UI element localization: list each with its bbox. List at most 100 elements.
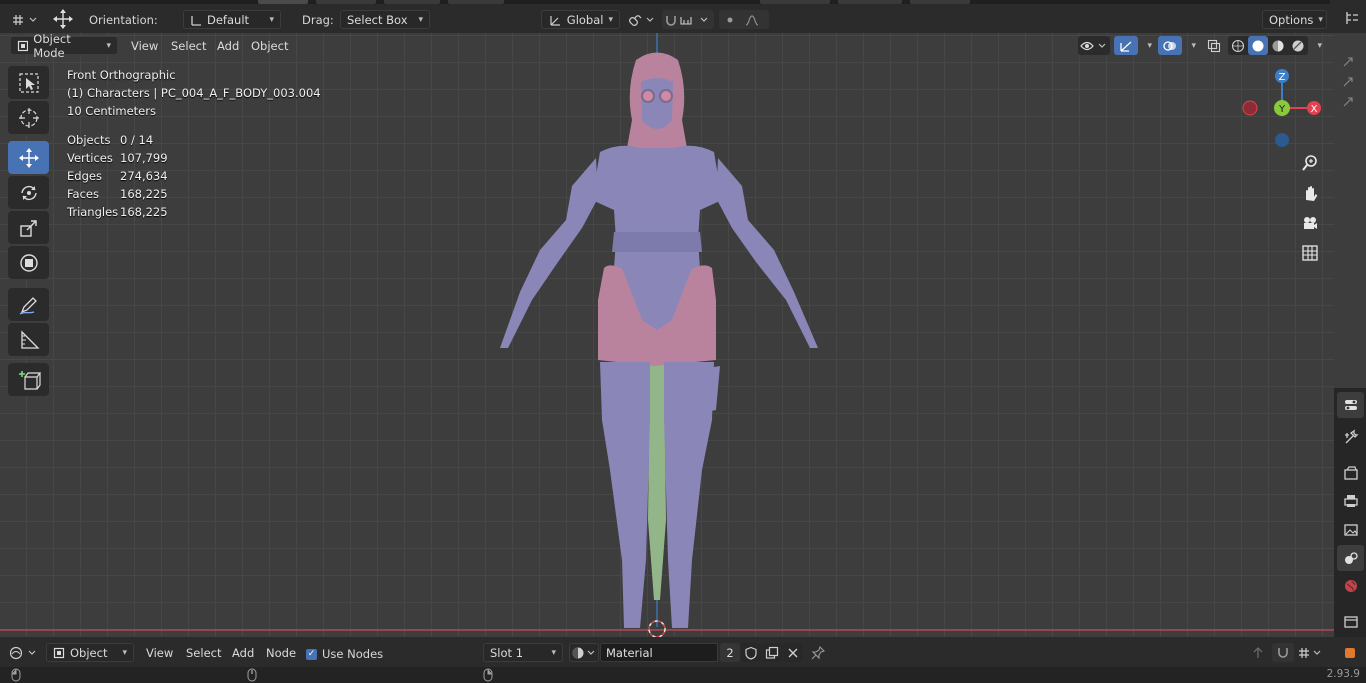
select-box-tool[interactable] xyxy=(8,66,49,99)
menu-view[interactable]: View xyxy=(146,644,173,661)
outliner-toggle-button[interactable] xyxy=(1340,8,1364,27)
tab-active-tool[interactable] xyxy=(1337,424,1364,450)
unlink-material-button[interactable] xyxy=(783,643,803,662)
stat-key: Vertices xyxy=(67,151,113,165)
navigation-gizmo[interactable]: Z X Y xyxy=(1236,66,1328,154)
camera-view-button[interactable] xyxy=(1296,209,1324,237)
measure-tool[interactable] xyxy=(8,323,49,356)
ortho-toggle-button[interactable] xyxy=(1296,239,1324,267)
mode-value: Object Mode xyxy=(33,31,71,60)
y-axis-label: Y xyxy=(1278,104,1286,115)
proportional-edit-button[interactable] xyxy=(719,10,769,29)
workspace-tab[interactable] xyxy=(448,0,504,4)
material-name-field[interactable]: Material xyxy=(600,643,718,662)
overlays-toggle-button[interactable] xyxy=(1158,36,1182,55)
grid-cursor-icon xyxy=(13,14,37,25)
close-icon xyxy=(788,648,798,657)
menu-object[interactable]: Object xyxy=(251,37,288,54)
workspace-tab[interactable] xyxy=(910,0,970,4)
tab-view-layer[interactable] xyxy=(1337,517,1364,543)
use-nodes-checkbox[interactable]: ✓ Use Nodes xyxy=(306,647,383,661)
material-shading-icon[interactable] xyxy=(1268,36,1288,55)
chevron-down-icon: ▾ xyxy=(122,647,127,658)
move-tool[interactable] xyxy=(8,141,49,174)
zoom-button[interactable] xyxy=(1296,149,1324,177)
editor-type-button[interactable] xyxy=(8,643,40,662)
rotate-tool[interactable] xyxy=(8,176,49,209)
workspace-tabs-strip xyxy=(0,0,1330,4)
overlays-dropdown[interactable]: ▾ xyxy=(1182,36,1196,55)
options-dropdown[interactable]: Options ▾ xyxy=(1262,10,1327,29)
version-label: 2.93.9 xyxy=(1326,668,1360,680)
slot-dropdown[interactable]: Slot 1 ▾ xyxy=(483,643,563,662)
tool-shelf xyxy=(8,66,49,396)
cursor-tool[interactable] xyxy=(8,101,49,134)
material-users-count[interactable]: 2 xyxy=(720,643,740,662)
view-name: Front Orthographic xyxy=(67,68,176,82)
menu-select[interactable]: Select xyxy=(171,37,206,54)
drag-label: Drag: xyxy=(302,13,334,27)
material-name-value: Material xyxy=(606,645,653,660)
sidebar-material-tab[interactable] xyxy=(1336,643,1364,662)
editor-type-button[interactable] xyxy=(8,10,40,29)
menu-select[interactable]: Select xyxy=(186,644,221,661)
grid-scale: 10 Centimeters xyxy=(67,104,156,118)
solid-shading-icon[interactable] xyxy=(1248,36,1268,55)
scale-tool[interactable] xyxy=(8,211,49,244)
pivot-point-button[interactable] xyxy=(626,10,658,29)
pin-button[interactable] xyxy=(808,643,828,662)
duplicate-material-button[interactable] xyxy=(762,643,782,662)
workspace-tab[interactable] xyxy=(384,0,440,4)
chevron-down-icon: ▾ xyxy=(418,14,423,25)
menu-add[interactable]: Add xyxy=(217,37,239,54)
orientation-icon xyxy=(191,15,201,26)
browse-material-button[interactable] xyxy=(569,643,599,662)
material-sphere-icon xyxy=(572,647,595,658)
xray-icon xyxy=(1207,39,1221,52)
tab-output[interactable] xyxy=(1337,488,1364,514)
tab-tool[interactable] xyxy=(1337,392,1364,418)
wireframe-shading-icon[interactable] xyxy=(1228,36,1248,55)
tab-world[interactable] xyxy=(1337,573,1364,599)
menu-view[interactable]: View xyxy=(131,37,158,54)
stat-row: Objects 0 / 14 xyxy=(67,131,321,149)
snap-toggle-button[interactable] xyxy=(1272,643,1294,662)
tab-render[interactable] xyxy=(1337,460,1364,486)
menu-node[interactable]: Node xyxy=(266,644,296,661)
collection-object-name: (1) Characters | PC_004_A_F_BODY_003.004 xyxy=(67,86,321,100)
xray-toggle-button[interactable] xyxy=(1204,36,1224,55)
mode-dropdown[interactable]: Object Mode ▾ xyxy=(10,32,118,60)
parent-node-tree-button[interactable] xyxy=(1248,643,1268,662)
snap-button[interactable] xyxy=(662,10,714,29)
shader-type-dropdown[interactable]: Object ▾ xyxy=(46,643,134,662)
outliner-icon xyxy=(1346,11,1358,24)
menu-add[interactable]: Add xyxy=(232,644,254,661)
gizmo-toggle-button[interactable] xyxy=(1114,36,1138,55)
add-cube-tool[interactable] xyxy=(8,363,49,396)
workspace-tab[interactable] xyxy=(838,0,902,4)
tab-scene[interactable] xyxy=(1337,545,1364,571)
rendered-shading-icon[interactable] xyxy=(1288,36,1308,55)
shading-dropdown[interactable]: ▾ xyxy=(1308,36,1322,55)
slot-value: Slot 1 xyxy=(490,645,524,660)
pan-button[interactable] xyxy=(1296,179,1324,207)
transform-orientation-value: Global xyxy=(566,12,604,27)
visibility-button[interactable] xyxy=(1078,36,1110,55)
drag-dropdown[interactable]: Select Box ▾ xyxy=(340,10,430,29)
neg-x-axis-handle[interactable] xyxy=(1242,100,1258,116)
workspace-tab-active[interactable] xyxy=(258,0,308,4)
gizmo-dropdown[interactable]: ▾ xyxy=(1138,36,1152,55)
select-box-icon xyxy=(18,72,39,93)
annotate-tool[interactable] xyxy=(8,288,49,321)
mouse-left-icon xyxy=(11,668,21,682)
workspace-tab[interactable] xyxy=(760,0,830,4)
transform-tool[interactable] xyxy=(8,246,49,279)
node-editor-icon xyxy=(9,646,36,659)
fake-user-button[interactable] xyxy=(741,643,761,662)
tab-collection[interactable] xyxy=(1337,608,1364,634)
orientation-dropdown[interactable]: Default ▾ xyxy=(183,10,281,29)
neg-z-axis-handle[interactable] xyxy=(1275,133,1289,147)
transform-orientation-dropdown[interactable]: Global ▾ xyxy=(541,10,620,29)
snap-element-dropdown[interactable] xyxy=(1296,643,1326,662)
workspace-tab[interactable] xyxy=(316,0,376,4)
